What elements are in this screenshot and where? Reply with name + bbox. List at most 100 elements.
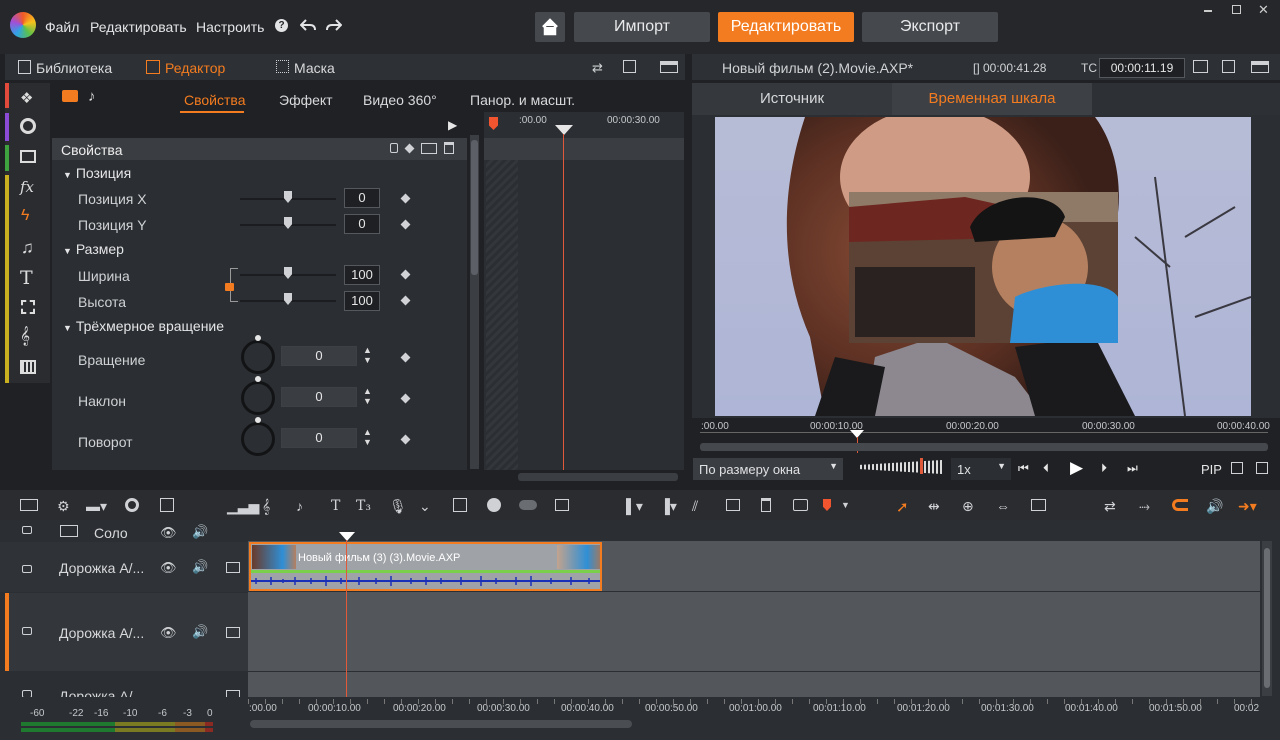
rotate-dial-knob[interactable] bbox=[255, 335, 261, 341]
tracks-v-scroll-thumb[interactable] bbox=[1264, 548, 1270, 688]
fullscreen-icon[interactable] bbox=[1231, 462, 1243, 474]
width-keyframe-icon[interactable] bbox=[400, 269, 411, 280]
smart-mode-icon[interactable]: ➜▾ bbox=[1238, 498, 1257, 515]
section-size[interactable]: ▼ Размер bbox=[63, 241, 124, 257]
video-tab-icon[interactable] bbox=[62, 90, 78, 102]
tab-mask[interactable]: Маска bbox=[294, 60, 335, 76]
solo-lock-icon[interactable] bbox=[22, 526, 32, 534]
title-3d-icon[interactable]: T₃ bbox=[356, 498, 371, 514]
speed-select[interactable]: 1x ▼ bbox=[951, 458, 1011, 480]
audio-tab-icon[interactable]: ♪ bbox=[88, 88, 96, 105]
track-1-monitor-icon[interactable] bbox=[226, 562, 240, 573]
play-preview-icon[interactable]: ▶ bbox=[448, 118, 457, 132]
score-icon[interactable]: 𝄞 bbox=[20, 326, 30, 346]
timeline-trash-icon[interactable] bbox=[761, 498, 771, 512]
height-input[interactable]: 100 bbox=[344, 291, 380, 311]
menu-settings[interactable]: Настроить bbox=[196, 19, 264, 35]
tab-library[interactable]: Библиотека bbox=[36, 60, 112, 76]
color-icon[interactable] bbox=[487, 498, 501, 512]
maximize-icon[interactable] bbox=[1232, 5, 1241, 14]
tilt-dial-knob[interactable] bbox=[255, 376, 261, 382]
swap-icon[interactable]: ⇄ bbox=[592, 60, 603, 76]
tab-source[interactable]: Источник bbox=[692, 83, 892, 115]
section-position[interactable]: ▼ Позиция bbox=[63, 165, 131, 181]
track-2-monitor-icon[interactable] bbox=[226, 627, 240, 638]
import-button[interactable]: Импорт bbox=[574, 12, 710, 42]
preview-scrub-bar[interactable] bbox=[700, 443, 1268, 451]
go-start-icon[interactable]: ⏮ bbox=[1018, 461, 1029, 476]
solo-eye-icon[interactable]: 👁 bbox=[160, 525, 177, 541]
film-reel-icon[interactable] bbox=[20, 118, 36, 134]
audio-scrub-icon[interactable]: 🔊 bbox=[1206, 498, 1223, 515]
track-height-icon[interactable]: ▬▾ bbox=[86, 498, 107, 515]
lightning-icon[interactable]: ϟ bbox=[21, 207, 29, 225]
solo-video-icon[interactable] bbox=[60, 525, 78, 537]
keyframe-icon[interactable] bbox=[404, 143, 415, 154]
minimize-icon[interactable] bbox=[1204, 10, 1212, 12]
disc-icon[interactable] bbox=[125, 498, 139, 512]
turn-dial-knob[interactable] bbox=[255, 417, 261, 423]
keyframe-h-scrollbar[interactable] bbox=[518, 473, 678, 481]
pos-x-keyframe-icon[interactable] bbox=[400, 193, 411, 204]
timeline-h-scrollbar[interactable] bbox=[250, 720, 632, 728]
track-2-lock-icon[interactable] bbox=[22, 627, 32, 635]
track-1-name[interactable]: Дорожка А/... bbox=[59, 560, 144, 576]
undo-icon[interactable] bbox=[300, 18, 316, 32]
ripple-icon[interactable]: ⇄ bbox=[1104, 498, 1116, 515]
rotate-keyframe-icon[interactable] bbox=[400, 352, 411, 363]
resize-icon[interactable] bbox=[1031, 499, 1046, 511]
track-2-speaker-icon[interactable]: 🔊 bbox=[192, 624, 208, 640]
pos-x-input[interactable]: 0 bbox=[344, 188, 380, 208]
video-preview[interactable] bbox=[715, 117, 1251, 416]
music-icon[interactable]: ♫ bbox=[21, 238, 34, 258]
turn-input[interactable]: 0 bbox=[281, 428, 357, 448]
external-monitor-icon[interactable] bbox=[1193, 60, 1208, 73]
play-icon[interactable]: ▶ bbox=[1070, 458, 1083, 478]
slip-icon[interactable]: ⊕ bbox=[962, 498, 974, 515]
microphone-icon[interactable]: 🎙 bbox=[389, 498, 407, 515]
edit-mode-button[interactable]: Редактировать bbox=[718, 12, 854, 42]
menu-file[interactable]: Файл bbox=[45, 19, 79, 35]
tilt-input[interactable]: 0 bbox=[281, 387, 357, 407]
reset-icon[interactable] bbox=[421, 143, 437, 154]
track-2-eye-icon[interactable]: 👁 bbox=[160, 625, 177, 641]
redo-icon[interactable] bbox=[326, 18, 342, 32]
layout-icon[interactable] bbox=[660, 61, 678, 73]
stretch-icon[interactable]: ⇔ bbox=[996, 498, 1010, 514]
lock-icon[interactable] bbox=[390, 143, 398, 153]
zoom-fit-select[interactable]: По размеру окна ▼ bbox=[693, 458, 843, 480]
snapshot-icon[interactable] bbox=[160, 498, 174, 512]
pointer-tool-icon[interactable]: ➚ bbox=[896, 498, 909, 516]
fx-icon[interactable]: fx bbox=[20, 178, 34, 196]
tab-properties[interactable]: Свойства bbox=[184, 92, 245, 108]
marker-out-icon[interactable]: ▐▾ bbox=[660, 498, 677, 515]
scorefitter-icon[interactable]: 𝄞 bbox=[262, 498, 270, 515]
tab-effect[interactable]: Эффект bbox=[279, 92, 333, 108]
rotate-stepper[interactable]: ▲ ▼ bbox=[363, 345, 372, 365]
pos-y-input[interactable]: 0 bbox=[344, 214, 380, 234]
clips-icon[interactable] bbox=[20, 150, 36, 163]
step-forward-icon[interactable]: ⏵ bbox=[1101, 461, 1107, 476]
audio-ducking-icon[interactable]: ⌄ bbox=[419, 498, 431, 515]
pip-button[interactable]: PIP bbox=[1201, 462, 1222, 477]
tilt-dial[interactable] bbox=[241, 381, 275, 415]
tab-editor[interactable]: Редактор bbox=[165, 60, 225, 76]
rotate-dial[interactable] bbox=[241, 340, 275, 374]
home-button[interactable] bbox=[535, 12, 565, 42]
menu-edit[interactable]: Редактировать bbox=[90, 19, 187, 35]
tab-video360[interactable]: Видео 360° bbox=[363, 92, 437, 108]
solo-speaker-icon[interactable]: 🔊 bbox=[192, 524, 208, 540]
safe-area-icon[interactable] bbox=[1256, 462, 1268, 474]
link-icon[interactable] bbox=[519, 500, 537, 510]
tilt-stepper[interactable]: ▲ ▼ bbox=[363, 386, 372, 406]
player-popout-icon[interactable] bbox=[1222, 60, 1235, 73]
rotate-input[interactable]: 0 bbox=[281, 346, 357, 366]
title-icon[interactable]: T bbox=[331, 498, 340, 514]
motion-icon[interactable] bbox=[555, 499, 569, 511]
multicam-icon[interactable] bbox=[453, 498, 467, 512]
track-2-name[interactable]: Дорожка А/... bbox=[59, 625, 144, 641]
turn-keyframe-icon[interactable] bbox=[400, 434, 411, 445]
tab-pan-zoom[interactable]: Панор. и масшт. bbox=[470, 92, 575, 108]
magnet-icon[interactable] bbox=[1172, 499, 1188, 511]
marker-chevron-icon[interactable]: ▼ bbox=[841, 500, 850, 510]
